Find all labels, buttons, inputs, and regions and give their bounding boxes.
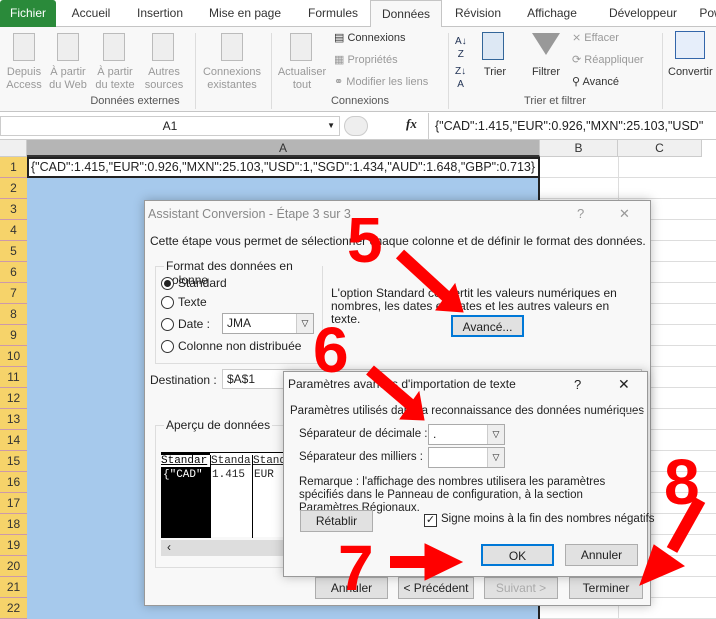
arrowhead-7: [424, 543, 464, 581]
arrow-6: [366, 365, 416, 411]
annotation-7: 7: [338, 532, 374, 604]
annotation-6: 6: [313, 314, 349, 386]
annotation-5: 5: [347, 204, 383, 276]
arrow-5: [395, 249, 453, 303]
annotation-arrows: [366, 249, 706, 586]
annotation-8: 8: [664, 446, 700, 518]
